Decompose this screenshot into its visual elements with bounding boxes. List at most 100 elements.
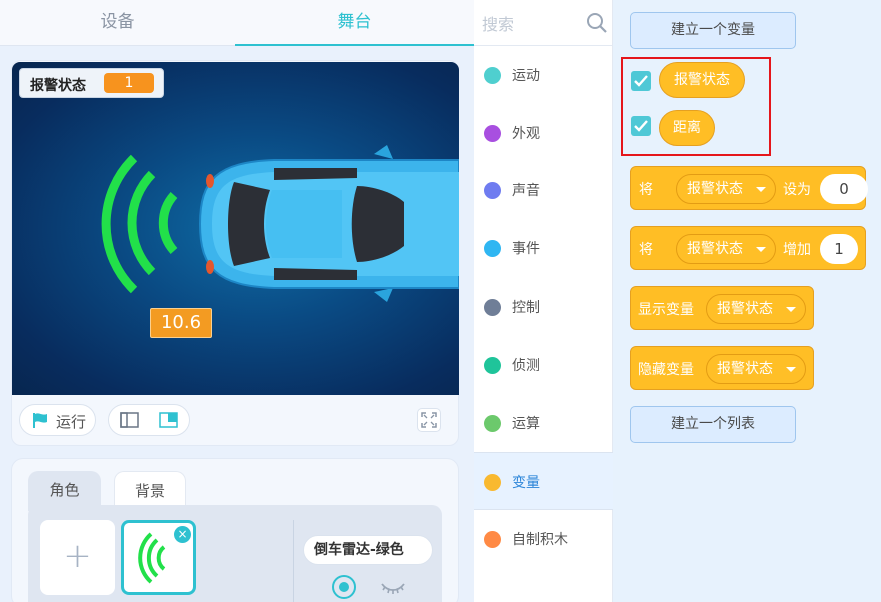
- block-palette: 建立一个变量 报警状态 距离 将 报警状态 设为 0 将 报警状态 增加 1 显…: [613, 0, 881, 602]
- variable-monitor[interactable]: 报警状态 1: [19, 68, 164, 98]
- chevron-down-icon: [756, 187, 766, 192]
- category-dot-icon: [484, 299, 501, 316]
- category-label: 侦测: [512, 358, 540, 374]
- category-looks[interactable]: 外观: [474, 104, 613, 162]
- variable-dropdown[interactable]: 报警状态: [676, 174, 776, 204]
- car-mirror-bottom: [374, 288, 393, 302]
- check-icon: [634, 120, 648, 132]
- value-input[interactable]: 0: [820, 174, 868, 204]
- car-side-window-bottom: [274, 268, 357, 280]
- category-dot-icon: [484, 182, 501, 199]
- fullscreen-icon: [421, 412, 437, 428]
- category-events[interactable]: 事件: [474, 219, 613, 277]
- car-headlight-bottom: [206, 260, 214, 274]
- hide-variable-block[interactable]: 隐藏变量 报警状态: [630, 346, 814, 390]
- search-bar: 搜索: [474, 0, 613, 46]
- dropdown-label: 报警状态: [717, 301, 773, 317]
- category-label: 外观: [512, 126, 540, 142]
- radar-wave-icon: [101, 154, 178, 294]
- value-input[interactable]: 1: [820, 234, 858, 264]
- block-text: 显示变量: [638, 302, 694, 318]
- variable-reporter-alarm[interactable]: 报警状态: [659, 62, 745, 98]
- category-dot-icon: [484, 531, 501, 548]
- small-stage-layout-icon[interactable]: [120, 411, 140, 429]
- category-sensing[interactable]: 侦测: [474, 336, 613, 394]
- category-label: 声音: [512, 183, 540, 199]
- category-label: 运动: [512, 68, 540, 84]
- stage-controls: 运行: [12, 400, 458, 440]
- category-control[interactable]: 控制: [474, 278, 613, 336]
- category-my-blocks[interactable]: 自制积木: [474, 510, 613, 568]
- category-dot-icon: [484, 125, 501, 142]
- category-dot-icon: [484, 357, 501, 374]
- make-variable-button[interactable]: 建立一个变量: [630, 12, 796, 49]
- chevron-down-icon: [756, 247, 766, 252]
- block-text: 增加: [783, 242, 811, 258]
- block-text: 将: [639, 242, 653, 258]
- chevron-down-icon: [786, 307, 796, 312]
- normal-stage-layout-icon[interactable]: [159, 411, 179, 429]
- search-icon[interactable]: [586, 12, 608, 34]
- stage-scene: [101, 145, 459, 302]
- sprite-delete-button[interactable]: ×: [174, 526, 191, 543]
- tab-device[interactable]: 设备: [0, 0, 235, 46]
- car-side-window-top: [274, 168, 357, 180]
- run-label: 运行: [56, 413, 87, 431]
- car-headlight-top: [206, 174, 214, 188]
- make-list-button[interactable]: 建立一个列表: [630, 406, 796, 443]
- dropdown-label: 报警状态: [687, 181, 743, 197]
- category-operators[interactable]: 运算: [474, 394, 613, 452]
- block-text: 隐藏变量: [638, 362, 694, 378]
- category-label: 控制: [512, 300, 540, 316]
- category-label: 事件: [512, 241, 540, 257]
- tab-stage[interactable]: 舞台: [235, 0, 474, 46]
- dropdown-label: 报警状态: [687, 241, 743, 257]
- fullscreen-button[interactable]: [417, 408, 441, 432]
- category-variables[interactable]: 变量: [474, 452, 613, 510]
- monitor-label: 报警状态: [30, 78, 86, 94]
- variable-dropdown[interactable]: 报警状态: [706, 354, 806, 384]
- category-dot-icon: [484, 67, 501, 84]
- car-rear-window: [351, 186, 404, 262]
- sprite-name-field[interactable]: 倒车雷达-绿色: [303, 535, 433, 565]
- divider: [293, 520, 294, 602]
- run-button[interactable]: 运行: [19, 404, 96, 436]
- variable-dropdown[interactable]: 报警状态: [676, 234, 776, 264]
- car-roof: [266, 190, 342, 258]
- dropdown-label: 报警状态: [717, 361, 773, 377]
- set-variable-block[interactable]: 将 报警状态 设为 0: [630, 166, 868, 210]
- distance-readout: 10.6: [150, 308, 212, 338]
- category-label: 变量: [512, 475, 540, 491]
- chevron-down-icon: [786, 367, 796, 372]
- hide-sprite-eye-icon[interactable]: [379, 574, 407, 600]
- variable-checkbox[interactable]: [631, 116, 651, 136]
- radar-arc-medium: [127, 170, 156, 276]
- category-motion[interactable]: 运动: [474, 46, 613, 104]
- block-categories: 搜索 运动 外观 声音 事件 控制 侦测 运算 变量 自制积木: [474, 0, 613, 602]
- layout-toggle-group: [108, 404, 190, 436]
- change-variable-block[interactable]: 将 报警状态 增加 1: [630, 226, 866, 270]
- car-mirror-top: [374, 145, 393, 159]
- stage-canvas[interactable]: 报警状态 1 10.6: [12, 62, 459, 395]
- flag-icon: [33, 413, 47, 428]
- category-dot-icon: [484, 415, 501, 432]
- left-panel: 设备 舞台 报警状态 1 10.6 运行 角色 背景 + × 倒车雷达-绿色: [0, 0, 474, 602]
- block-text: 设为: [783, 182, 811, 198]
- category-dot-icon: [484, 240, 501, 257]
- block-text: 将: [639, 182, 653, 198]
- add-sprite-button[interactable]: +: [40, 520, 115, 595]
- radar-arc-small: [158, 192, 178, 254]
- car-windshield: [228, 182, 270, 266]
- show-sprite-eye-icon[interactable]: [331, 574, 357, 600]
- variable-dropdown[interactable]: 报警状态: [706, 294, 806, 324]
- show-variable-block[interactable]: 显示变量 报警状态: [630, 286, 814, 330]
- category-dot-icon: [484, 474, 501, 491]
- variable-reporter-distance[interactable]: 距离: [659, 110, 715, 146]
- monitor-value: 1: [104, 73, 154, 93]
- category-sound[interactable]: 声音: [474, 161, 613, 219]
- search-input[interactable]: 搜索: [482, 11, 514, 35]
- car-sprite: [198, 145, 459, 302]
- check-icon: [634, 75, 648, 87]
- top-tabs: 设备 舞台: [0, 0, 474, 46]
- variable-checkbox[interactable]: [631, 71, 651, 91]
